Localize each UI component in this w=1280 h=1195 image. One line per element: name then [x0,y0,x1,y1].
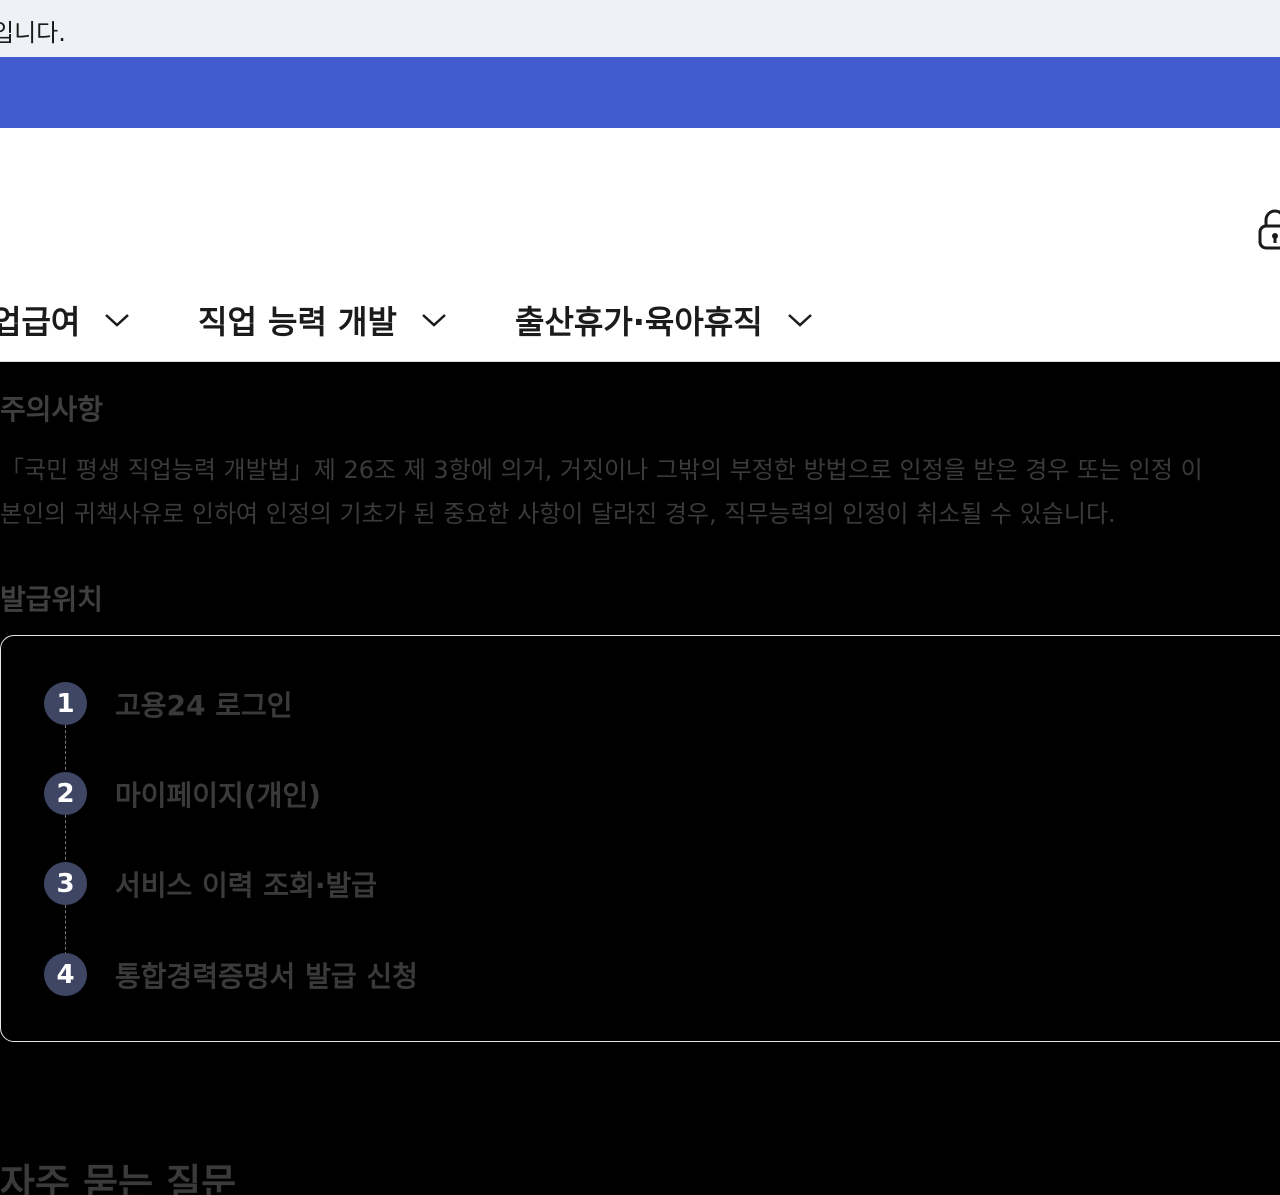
blue-banner [0,57,1280,128]
step-label: 고용24 로그인 [115,688,293,722]
issue-location-title: 발급위치 [0,583,104,616]
faq-title: 자주 묻는 질문 [0,1161,237,1195]
nav-item-job-skills[interactable]: 직업 능력 개발 [198,300,447,341]
chevron-down-icon [105,314,130,327]
chevron-down-icon [422,314,446,327]
lock-icon[interactable] [1258,208,1280,250]
step-label: 통합경력증명서 발급 신청 [115,959,418,993]
nav-item-unemployment-benefit[interactable]: 업급여 [0,300,130,341]
notice-text: 입니다. [0,19,66,47]
step-label: 서비스 이력 조회·발급 [115,868,377,902]
step-number: 4 [44,953,87,996]
nav-label: 직업 능력 개발 [198,303,397,341]
step-label: 마이페이지(개인) [115,778,321,812]
step-number: 3 [44,862,87,905]
chevron-down-icon [787,314,812,327]
step-connector [65,905,66,955]
step-item: 3 서비스 이력 조회·발급 [44,862,377,905]
nav-item-maternity-leave[interactable]: 출산휴가·육아휴직 [515,300,813,341]
step-connector [65,815,66,865]
caution-title: 주의사항 [0,393,104,426]
step-connector [65,725,66,775]
site-header: 업급여 직업 능력 개발 출산휴가·육아휴직 [0,128,1280,362]
top-notice-bar: 입니다. [0,0,1280,57]
step-number: 2 [44,772,87,815]
step-item: 4 통합경력증명서 발급 신청 [44,953,418,996]
step-number: 1 [44,682,87,725]
step-item: 2 마이페이지(개인) [44,772,321,815]
step-item: 1 고용24 로그인 [44,682,293,725]
nav-label: 출산휴가·육아휴직 [515,303,763,341]
caution-line-1: 「국민 평생 직업능력 개발법」제 26조 제 3항에 의거, 거짓이나 그밖의… [0,456,1203,484]
nav-label: 업급여 [0,303,81,341]
caution-line-2: 본인의 귀책사유로 인하여 인정의 기초가 된 중요한 사항이 달라진 경우, … [0,500,1116,528]
